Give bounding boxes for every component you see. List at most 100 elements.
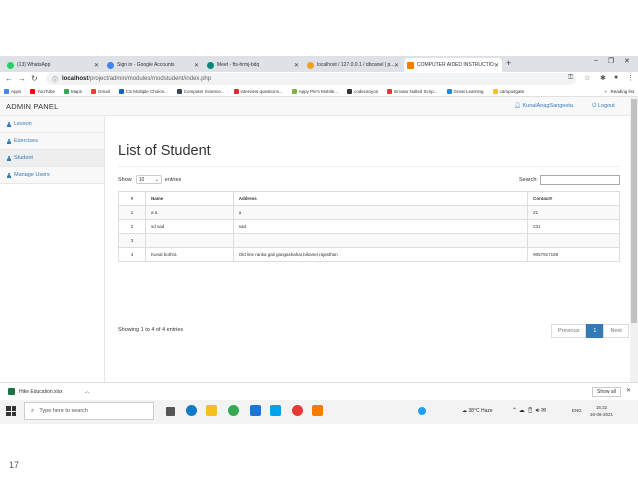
table-row[interactable]: 2 sd sad sad 231: [118, 219, 620, 234]
bookmarks-more[interactable]: »: [604, 89, 607, 94]
bookmark-item[interactable]: campusgate: [492, 88, 524, 94]
table-row[interactable]: 4 Kunal bothra Old line ranka gali ganga…: [118, 247, 620, 262]
weather-widget[interactable]: ☁ 38°C Haze: [462, 408, 493, 414]
close-icon[interactable]: ✕: [194, 62, 199, 69]
phpmyadmin-icon: [307, 61, 314, 69]
browser-tab[interactable]: Sign in - Google Accounts ✕: [104, 58, 202, 72]
url-input[interactable]: ⓘ localhost/project/admin/modules/modstu…: [46, 73, 576, 85]
browser-tab-active[interactable]: COMPUTER AIDED INSTRUCTIO ✕: [404, 58, 502, 72]
bookmark-item[interactable]: codecanyon: [346, 88, 378, 94]
bookmark-youtube[interactable]: YouTube: [30, 88, 55, 94]
column-header-address[interactable]: Address: [232, 191, 529, 206]
sidebar-item-lesson[interactable]: Lesson: [0, 116, 104, 133]
chevron-up-icon[interactable]: ︿: [85, 388, 90, 395]
bookmark-apps[interactable]: Apps: [4, 88, 21, 94]
browser-tab-strip: (13) WhatsApp ✕ Sign in - Google Account…: [0, 56, 638, 72]
chrome-icon[interactable]: [228, 405, 239, 416]
bookmark-item[interactable]: Appy Pie's Mobile...: [291, 88, 338, 94]
app-icon[interactable]: [270, 405, 281, 416]
next-button[interactable]: Next: [603, 324, 629, 338]
opera-icon[interactable]: [292, 405, 303, 416]
edge-icon[interactable]: [186, 405, 197, 416]
new-tab-icon[interactable]: +: [506, 58, 511, 68]
page-button-current[interactable]: 1: [586, 324, 604, 338]
whatsapp-icon: [7, 61, 14, 69]
file-explorer-icon[interactable]: [206, 405, 217, 416]
bookmark-item[interactable]: Computer Science...: [176, 88, 225, 94]
bookmark-item[interactable]: Great Learning: [446, 88, 484, 94]
entries-select[interactable]: 10 ⌄: [135, 175, 162, 184]
logout-label: Logout: [597, 103, 615, 109]
bookmark-icon: [346, 88, 352, 94]
brand-title[interactable]: ADMIN PANEL: [6, 102, 59, 111]
task-view-icon[interactable]: [166, 407, 175, 416]
sidebar-item-manage-users[interactable]: Manage Users: [0, 167, 104, 184]
clock-date: 26-06-2021: [590, 412, 614, 417]
user-link[interactable]: 👤︎ KunalAnagSangeeta: [514, 103, 573, 109]
bookmark-gmail[interactable]: Gmail: [90, 88, 110, 94]
windows-start-icon[interactable]: [6, 406, 16, 416]
show-all-button[interactable]: Show all: [592, 387, 621, 397]
vertical-scrollbar[interactable]: [630, 97, 638, 422]
reload-icon[interactable]: ↻: [31, 74, 38, 83]
xampp-icon[interactable]: [312, 405, 323, 416]
page-title: List of Student: [118, 143, 211, 159]
close-icon[interactable]: ✕: [494, 62, 499, 69]
table-cell: 1: [118, 205, 146, 220]
language-indicator[interactable]: ENG: [572, 408, 582, 413]
window-close-icon[interactable]: ✕: [624, 57, 630, 65]
download-item[interactable]: Hike Education.xlsx ︿: [8, 388, 90, 395]
menu-icon[interactable]: ⋮: [627, 74, 634, 82]
sidebar-item-label: Student: [14, 155, 33, 161]
app-icon[interactable]: [250, 405, 261, 416]
table-cell: Kunal bothra: [144, 247, 234, 262]
column-header-name[interactable]: Name: [144, 191, 234, 206]
sidebar-item-exercises[interactable]: Exercises: [0, 133, 104, 150]
bookmark-icon: [492, 88, 498, 94]
close-icon[interactable]: ✕: [94, 62, 99, 69]
divider: [118, 166, 620, 167]
key-icon[interactable]: ⚿: [568, 74, 573, 82]
browser-tab[interactable]: Meet - fts-hrmj-bdq ✕: [204, 58, 302, 72]
back-icon[interactable]: ←: [5, 74, 13, 83]
bookmark-maps[interactable]: Maps: [63, 88, 82, 94]
slide: (13) WhatsApp ✕ Sign in - Google Account…: [0, 0, 638, 478]
forward-icon[interactable]: →: [18, 74, 26, 83]
bookmark-item[interactable]: Envato Nulled Scrip...: [387, 88, 438, 94]
profile-icon[interactable]: ●: [614, 74, 618, 81]
bookmark-item[interactable]: interview questions...: [233, 88, 283, 94]
previous-button[interactable]: Previous: [551, 324, 587, 338]
reading-list[interactable]: » Reading list: [604, 89, 634, 94]
logout-link[interactable]: ⏻ Logout: [592, 103, 615, 110]
app-icon[interactable]: [418, 407, 426, 415]
bookmark-item[interactable]: CS Multiple Choice...: [118, 88, 168, 94]
minimize-icon[interactable]: –: [594, 57, 598, 64]
close-icon[interactable]: ✕: [394, 62, 399, 69]
bookmark-label: Appy Pie's Mobile...: [298, 88, 338, 94]
bookmark-label: Envato Nulled Scrip...: [394, 88, 438, 94]
table-cell: sd sad: [144, 219, 234, 234]
sidebar-item-student[interactable]: Student: [0, 150, 104, 167]
table-cell: [527, 233, 620, 248]
column-header-number[interactable]: #: [118, 191, 146, 206]
star-icon[interactable]: ☆: [584, 74, 590, 82]
extensions-icon[interactable]: ✱: [600, 74, 606, 82]
reading-list-label: Reading list: [610, 89, 634, 94]
table-cell: 21: [527, 205, 620, 220]
scrollbar-thumb[interactable]: [631, 99, 637, 323]
browser-tab[interactable]: (13) WhatsApp ✕: [4, 58, 102, 72]
table-header-row: # Name Address Contact#: [118, 191, 620, 206]
maximize-icon[interactable]: ❐: [608, 57, 614, 65]
bookmark-label: YouTube: [37, 88, 55, 94]
search-input[interactable]: [539, 175, 620, 185]
close-icon[interactable]: ✕: [626, 387, 631, 394]
taskbar-clock[interactable]: 15:32 26-06-2021: [590, 404, 613, 418]
column-header-contact[interactable]: Contact#: [527, 191, 620, 206]
system-tray[interactable]: ⌃ ☁ 🔋︎ 🔊︎ ✉: [512, 407, 546, 415]
user-icon: [6, 155, 11, 161]
table-row[interactable]: 3: [118, 233, 620, 248]
close-icon[interactable]: ✕: [294, 62, 299, 69]
table-row[interactable]: 1 a a a 21: [118, 205, 620, 220]
taskbar-search[interactable]: ⌕ Type here to search: [24, 402, 154, 420]
browser-tab[interactable]: localhost / 127.0.0.1 / dbcanel | p... ✕: [304, 58, 402, 72]
